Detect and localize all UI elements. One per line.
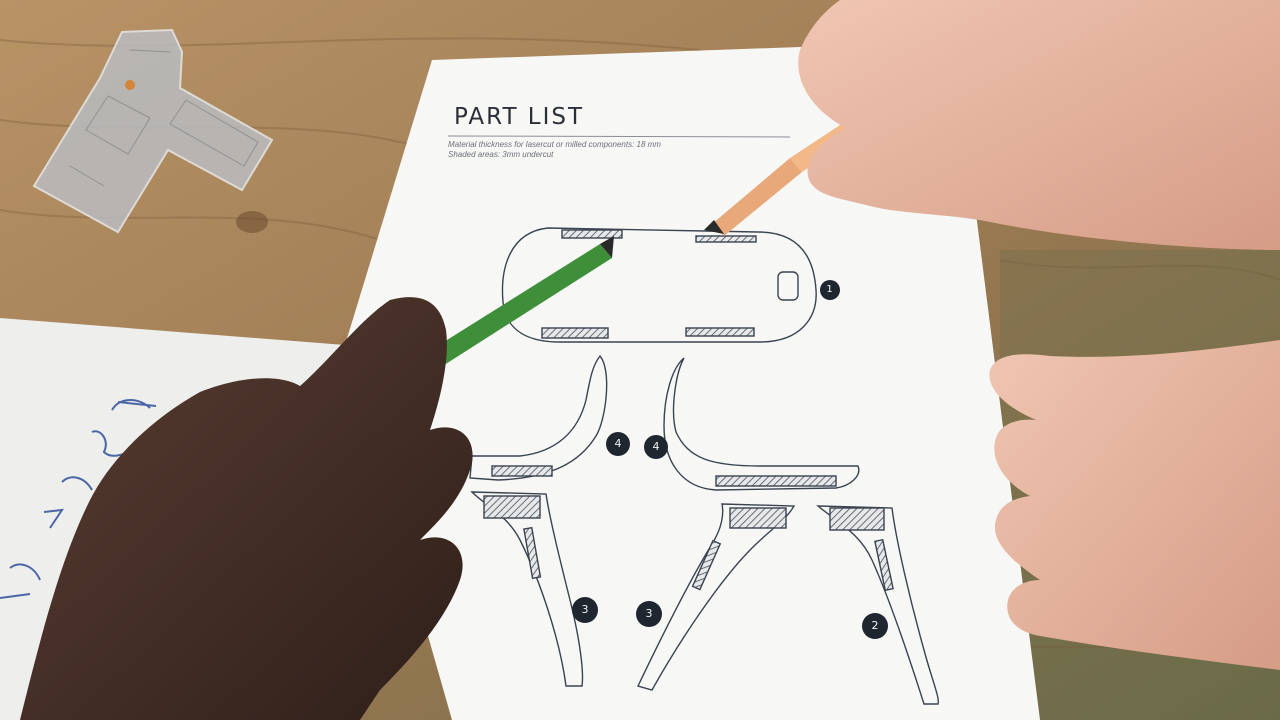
part-badge-4a: 4	[614, 437, 622, 450]
part-badge-3b: 3	[645, 607, 653, 620]
material-note: Material thickness for lasercut or mille…	[448, 140, 661, 149]
part-badge-3a: 3	[581, 603, 589, 616]
shading-note: Shaded areas: 3mm undercut	[448, 150, 554, 159]
wood-knot	[236, 211, 268, 233]
part-badge-4b: 4	[652, 440, 660, 453]
part-badge-1: 1	[826, 284, 833, 295]
right-lower-hand	[989, 340, 1280, 670]
part-list-title: PART LIST	[454, 104, 585, 130]
location-marker	[125, 80, 135, 90]
part-badge-2: 2	[871, 619, 879, 632]
